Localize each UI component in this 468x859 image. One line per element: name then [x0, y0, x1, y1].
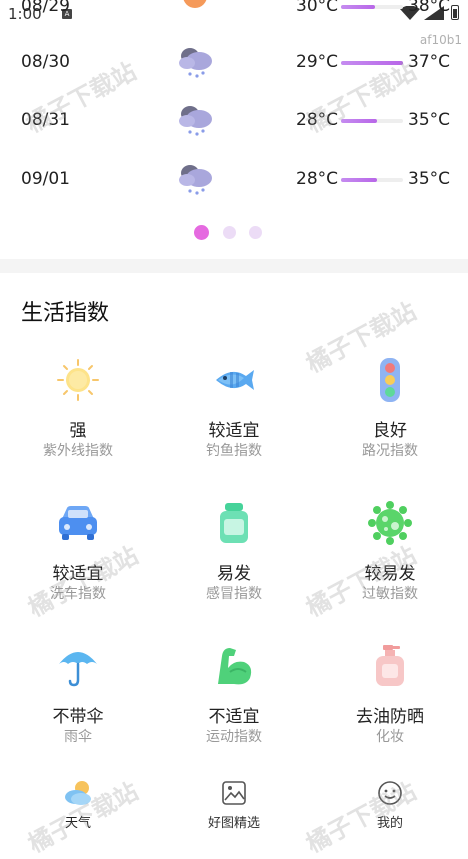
- forecast-high: 37°C: [408, 52, 451, 72]
- life-index-value: 强: [69, 421, 87, 441]
- temp-range-track: [341, 61, 403, 65]
- life-index-item[interactable]: 较适宜 洗车指数: [0, 501, 156, 611]
- temp-range-bar: [341, 61, 403, 65]
- life-index-label: 雨伞: [64, 729, 92, 745]
- life-index-label: 钓鱼指数: [206, 443, 262, 459]
- forecast-low: 29°C: [296, 52, 339, 72]
- muscle-arm-icon: [218, 648, 252, 685]
- life-index-title: 生活指数: [21, 301, 110, 326]
- forecast-row[interactable]: 08/29 30°C 38°C: [0, 0, 468, 28]
- fish-icon: [216, 370, 254, 390]
- life-index-value: 较适宜: [208, 421, 260, 441]
- forecast-low: 28°C: [296, 169, 339, 189]
- sun-icon: [183, 0, 207, 8]
- forecast-high: 35°C: [408, 110, 451, 130]
- life-index-item[interactable]: 强 紫外线指数: [0, 358, 156, 468]
- life-index-item[interactable]: 较适宜 钓鱼指数: [156, 358, 312, 468]
- uv-sun-icon: [57, 359, 99, 401]
- umbrella-icon: [59, 652, 97, 687]
- life-index-value: 较适宜: [52, 564, 104, 584]
- life-index-item[interactable]: 良好 路况指数: [312, 358, 468, 468]
- life-index-value: 易发: [217, 564, 251, 584]
- forecast-high: 35°C: [408, 169, 451, 189]
- life-index-value: 较易发: [364, 564, 416, 584]
- life-index-label: 运动指数: [206, 729, 262, 745]
- tab-gallery[interactable]: 好图精选: [156, 772, 312, 832]
- rain-cloud-icon: [179, 106, 212, 136]
- temp-range-bar: [341, 5, 376, 9]
- tab-label: 我的: [376, 816, 403, 831]
- life-index-item[interactable]: 不带伞 雨伞: [0, 644, 156, 754]
- life-index-label: 洗车指数: [50, 586, 106, 602]
- forecast-row[interactable]: 08/31 28°C 35°C: [0, 102, 468, 142]
- life-index-label: 紫外线指数: [43, 443, 113, 459]
- page-dot[interactable]: [223, 226, 236, 239]
- forecast-date: 09/01: [21, 169, 70, 189]
- life-index-value: 不适宜: [208, 707, 260, 727]
- life-index-value: 去油防晒: [356, 707, 424, 727]
- forecast-date: 08/29: [21, 0, 70, 16]
- page-indicator: [0, 224, 468, 240]
- temp-range-bar: [341, 178, 377, 182]
- image-tab-icon: [222, 781, 246, 805]
- temp-range-track: [341, 119, 403, 123]
- life-index-item[interactable]: 易发 感冒指数: [156, 501, 312, 611]
- cosmetic-bottle-icon: [376, 645, 404, 686]
- forecast-date: 08/31: [21, 110, 70, 130]
- tab-profile[interactable]: 我的: [312, 772, 468, 832]
- temp-range-track: [341, 5, 403, 9]
- forecast-row[interactable]: 08/30 29°C 37°C: [0, 44, 468, 84]
- forecast-row[interactable]: 09/01 28°C 35°C: [0, 161, 468, 201]
- forecast-low: 28°C: [296, 110, 339, 130]
- virus-icon: [368, 501, 412, 545]
- forecast-low: 30°C: [296, 0, 339, 16]
- rain-cloud-icon: [179, 165, 212, 195]
- temp-range-track: [341, 178, 403, 182]
- life-index-label: 路况指数: [362, 443, 418, 459]
- life-index-value: 不带伞: [52, 707, 104, 727]
- tab-label: 好图精选: [207, 816, 260, 831]
- forecast-high: 38°C: [408, 0, 451, 16]
- forecast-date: 08/30: [21, 52, 70, 72]
- tab-label: 天气: [64, 816, 91, 831]
- page-dot[interactable]: [249, 226, 262, 239]
- tab-weather[interactable]: 天气: [0, 772, 156, 832]
- life-index-item[interactable]: 较易发 过敏指数: [312, 501, 468, 611]
- rain-cloud-icon: [179, 48, 212, 78]
- life-index-item[interactable]: 不适宜 运动指数: [156, 644, 312, 754]
- profile-tab-icon: [378, 781, 402, 805]
- section-divider: [0, 259, 468, 273]
- life-index-label: 过敏指数: [362, 586, 418, 602]
- life-index-item[interactable]: 去油防晒 化妆: [312, 644, 468, 754]
- life-index-value: 良好: [373, 421, 407, 441]
- temp-range-bar: [341, 119, 377, 123]
- car-icon: [59, 506, 97, 540]
- page-dot-active[interactable]: [194, 225, 209, 240]
- life-index-label: 感冒指数: [206, 586, 262, 602]
- life-index-label: 化妆: [376, 729, 404, 745]
- medicine-bottle-icon: [220, 503, 248, 543]
- traffic-light-icon: [380, 358, 400, 402]
- weather-tab-icon: [65, 781, 91, 805]
- bottom-tab-bar: 天气 好图精选 我的: [0, 772, 468, 832]
